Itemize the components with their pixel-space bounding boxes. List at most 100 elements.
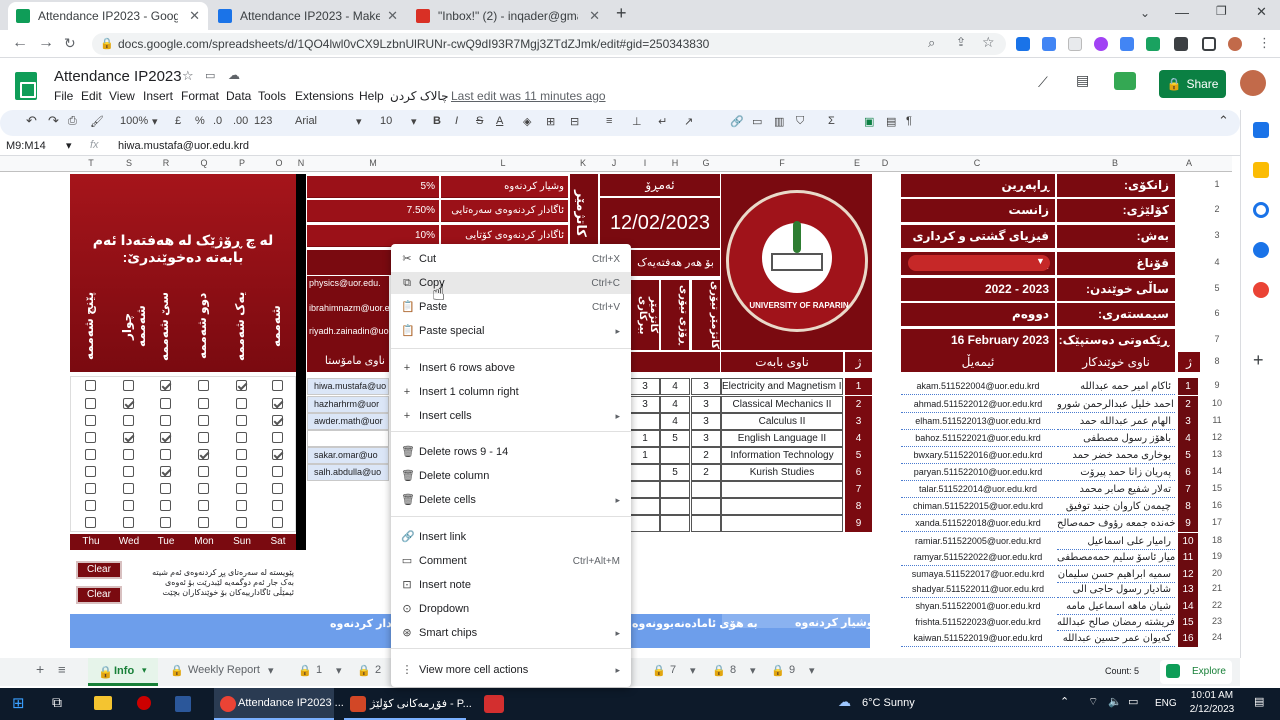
context-menu-item[interactable]: + Insert 6 rows above [391,357,631,379]
row-header[interactable]: 2 [1200,204,1234,214]
url-field[interactable]: 🔒 docs.google.com/spreadsheets/d/1QO4lwl… [92,33,1006,55]
extension-icon[interactable] [1068,37,1082,51]
text-wrap-icon[interactable]: ↵ [658,115,667,128]
attendance-checkbox[interactable] [236,517,247,528]
hours-cell[interactable]: 4 [660,396,690,413]
teacher-email-cell[interactable]: salh.abdulla@uo [307,464,389,481]
share-page-icon[interactable]: ⇪ [956,35,966,49]
font-select[interactable]: Arial [295,115,317,127]
formula-input[interactable]: hiwa.mustafa@uor.edu.krd [118,140,249,152]
student-name[interactable]: رامیار ئاسۆ سلیم حمەمصطفى [1057,549,1175,566]
explore-button[interactable]: Explore [1160,660,1232,684]
row-header[interactable]: 21 [1200,583,1234,593]
attendance-checkbox[interactable] [272,449,283,460]
tab-weekly-report[interactable]: Weekly Report [188,664,260,676]
attendance-checkbox[interactable] [160,483,171,494]
meet-icon[interactable] [1114,72,1136,90]
column-header[interactable]: J [604,158,624,168]
attendance-checkbox[interactable] [123,466,134,477]
chart-icon[interactable]: ▥ [774,115,784,128]
context-menu-item[interactable]: ⊙ Dropdown [391,598,631,620]
menu-edit[interactable]: Edit [81,89,102,103]
hours-cell[interactable]: 3 [691,430,721,447]
count-status[interactable]: Count: 5 [1105,666,1139,676]
student-email[interactable]: bahoz.511522021@uor.edu.krd [901,430,1055,447]
student-name[interactable]: الهام عمر عبداللە حمد [1057,413,1175,430]
strikethrough-button[interactable]: S [476,115,483,127]
percent-button[interactable]: % [195,115,205,127]
hours-cell[interactable] [660,515,690,532]
decrease-decimal-button[interactable]: .0 [213,115,222,127]
attendance-checkbox[interactable] [85,500,96,511]
attendance-checkbox[interactable] [123,398,134,409]
paint-format-icon[interactable]: 🖌 [90,115,104,128]
student-name[interactable]: رامیار علی اسماعیل [1057,533,1175,550]
hours-cell[interactable]: 3 [691,396,721,413]
attendance-checkbox[interactable] [123,415,134,426]
attendance-checkbox[interactable] [236,432,247,443]
filter-icon[interactable]: ⛉ [796,115,804,128]
extension-icon[interactable] [1094,37,1108,51]
student-email[interactable]: talar.511522014@uor.edu.krd [901,481,1055,498]
back-icon[interactable]: ← [12,34,28,52]
activity-icon[interactable]: ⟋ [1038,74,1048,91]
keep-icon[interactable] [1253,162,1269,178]
menu-view[interactable]: View [109,89,135,103]
bookmark-star-icon[interactable]: ☆ [982,34,995,51]
share-button[interactable]: 🔒 Share [1159,70,1226,98]
attendance-checkbox[interactable] [85,483,96,494]
hours-cell[interactable]: 5 [660,430,690,447]
column-header[interactable]: G [696,158,716,168]
calendar-icon[interactable] [1253,122,1269,138]
text-color-button[interactable]: A [496,115,503,127]
attendance-checkbox[interactable] [160,398,171,409]
student-name[interactable]: شیان ماهە اسماعیل مامە [1057,598,1175,615]
notification-icon[interactable]: ▤ [1254,695,1264,708]
student-name[interactable]: پەریان زانا حمد پیرۆت [1057,464,1175,481]
student-email[interactable]: shadyar.511522011@uor.edu.krd [901,581,1055,598]
student-email[interactable]: akam.511522004@uor.edu.krd [901,378,1055,395]
name-box[interactable]: M9:M14 [6,140,46,152]
attendance-checkbox[interactable] [236,483,247,494]
hours-cell[interactable]: 2 [691,447,721,464]
row-header[interactable]: 19 [1200,551,1234,561]
attendance-checkbox[interactable] [160,500,171,511]
clear-button[interactable]: Clear [76,561,122,579]
hours-cell[interactable]: 5 [660,464,690,481]
column-header[interactable]: E [847,158,867,168]
sidepanel-icon[interactable] [1202,37,1216,51]
student-email[interactable]: shyan.511522001@uor.edu.krd [901,598,1055,615]
hours-cell[interactable]: 3 [630,378,660,395]
attendance-checkbox[interactable] [272,500,283,511]
network-icon[interactable]: ⌔ [1088,695,1098,709]
student-name[interactable]: تەلار شفیع صابر محمد [1057,481,1175,498]
print-icon[interactable]: ⎙ [68,115,77,128]
attendance-checkbox[interactable] [272,483,283,494]
attendance-checkbox[interactable] [123,483,134,494]
attendance-checkbox[interactable] [160,466,171,477]
student-name[interactable]: ئاکام امیر حمە عبداللە [1057,378,1175,395]
clear-button[interactable]: Clear [76,586,122,604]
attendance-checkbox[interactable] [272,517,283,528]
puzzle-icon[interactable] [1174,37,1188,51]
row-header[interactable]: 23 [1200,616,1234,626]
fill-color-icon[interactable]: ◈ [523,115,531,128]
weather-text[interactable]: 6°C Sunny [862,697,915,709]
hours-cell[interactable]: 3 [691,378,721,395]
row-header[interactable]: 20 [1200,568,1234,578]
teacher-email-cell[interactable]: awder.math@uor [307,413,389,430]
tab-8[interactable]: 8 [730,664,736,676]
font-size-select[interactable]: 10 [380,115,392,127]
row-header[interactable]: 8 [1200,356,1234,366]
maps-icon[interactable] [1253,282,1269,298]
hours-cell[interactable] [630,481,660,498]
student-email[interactable]: elham.511522013@uor.edu.krd [901,413,1055,430]
bold-button[interactable]: B [433,115,441,127]
stage-dropdown[interactable] [908,255,1050,271]
student-email[interactable]: frishta.511522023@uor.edu.krd [901,614,1055,631]
hours-cell[interactable] [630,413,660,430]
hours-cell[interactable] [691,481,721,498]
attendance-checkbox[interactable] [236,398,247,409]
forward-icon[interactable]: → [38,34,54,52]
hours-cell[interactable] [660,447,690,464]
